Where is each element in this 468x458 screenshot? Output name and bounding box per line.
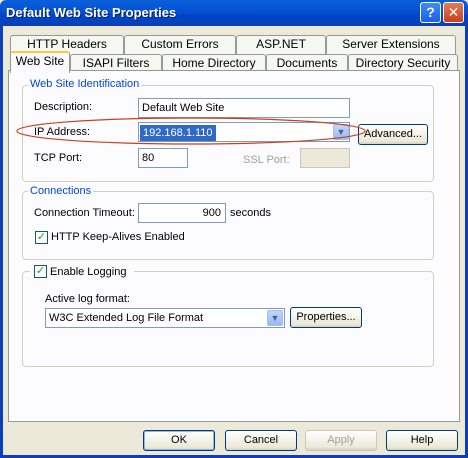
tab-custom-errors[interactable]: Custom Errors — [124, 35, 236, 54]
advanced-button[interactable]: Advanced... — [358, 124, 428, 145]
timeout-unit-label: seconds — [230, 207, 271, 219]
apply-button[interactable]: Apply — [305, 430, 377, 451]
log-properties-button[interactable]: Properties... — [290, 307, 362, 328]
identification-group-title: Web Site Identification — [28, 78, 142, 90]
highlight-ellipse — [16, 117, 366, 145]
window-title: Default Web Site Properties — [6, 5, 177, 20]
ssl-port-label: SSL Port: — [243, 154, 290, 166]
enable-logging-label: Enable Logging — [50, 266, 127, 278]
keepalive-label: HTTP Keep-Alives Enabled — [51, 231, 185, 243]
connections-group — [22, 191, 434, 260]
connections-group-title: Connections — [28, 185, 94, 197]
ok-button[interactable]: OK — [143, 430, 215, 451]
tab-asp-net[interactable]: ASP.NET — [236, 35, 326, 54]
ssl-port-field[interactable] — [300, 148, 350, 168]
tab-web-site[interactable]: Web Site — [10, 51, 70, 73]
enable-logging-checkbox[interactable]: ✓ — [34, 265, 47, 278]
connection-timeout-label: Connection Timeout: — [34, 207, 135, 219]
cancel-button[interactable]: Cancel — [225, 430, 297, 451]
chevron-down-icon[interactable]: ▼ — [267, 310, 283, 326]
help-button[interactable]: Help — [386, 430, 458, 451]
description-label: Description: — [34, 101, 93, 113]
help-icon[interactable]: ? — [420, 2, 441, 23]
connection-timeout-field[interactable]: 900 — [138, 203, 226, 223]
log-format-label: Active log format: — [45, 293, 130, 305]
tcp-port-field[interactable]: 80 — [138, 148, 188, 168]
log-format-select[interactable]: W3C Extended Log File Format — [45, 308, 285, 328]
tcp-port-label: TCP Port: — [34, 152, 83, 164]
close-icon[interactable]: ✕ — [443, 2, 464, 23]
tab-server-extensions[interactable]: Server Extensions — [326, 35, 456, 54]
keepalive-checkbox[interactable]: ✓ — [35, 231, 48, 244]
